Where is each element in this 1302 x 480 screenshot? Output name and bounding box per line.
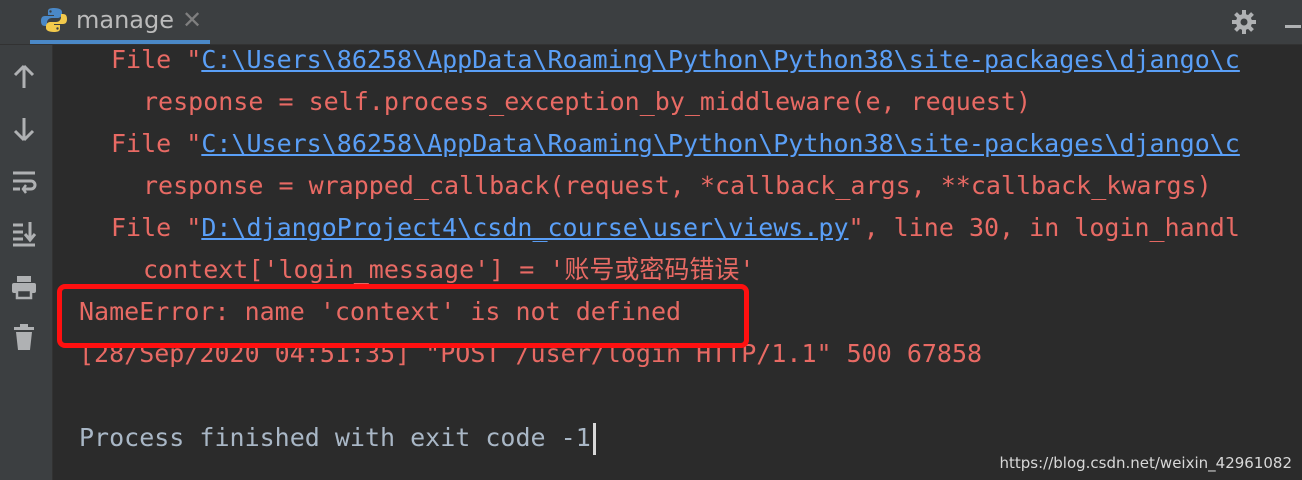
error-highlight-box (57, 284, 749, 348)
editor-tab-bar: manage ✕ (0, 0, 1302, 45)
file-link[interactable]: C:\Users\86258\AppData\Roaming\Python\Py… (201, 129, 1240, 158)
minimize-icon[interactable] (1280, 6, 1302, 38)
close-icon[interactable]: ✕ (182, 6, 202, 34)
tab-manage[interactable]: manage ✕ (30, 0, 210, 44)
print-icon[interactable] (8, 271, 40, 303)
console-output[interactable]: File "C:\Users\86258\AppData\Roaming\Pyt… (53, 45, 1302, 480)
scroll-to-end-icon[interactable] (8, 217, 40, 249)
soft-wrap-icon[interactable] (8, 165, 40, 197)
file-link[interactable]: D:\djangoProject4\csdn_course\user\views… (201, 213, 848, 242)
traceback-file-line: File "C:\Users\86258\AppData\Roaming\Pyt… (111, 45, 1240, 74)
traceback-file-line: File "C:\Users\86258\AppData\Roaming\Pyt… (111, 129, 1240, 158)
file-link[interactable]: C:\Users\86258\AppData\Roaming\Python\Py… (201, 45, 1240, 74)
traceback-file-line: File "D:\djangoProject4\csdn_course\user… (111, 213, 1240, 242)
arrow-up-icon[interactable] (8, 61, 40, 93)
traceback-code-line: response = wrapped_callback(request, *ca… (143, 171, 1212, 200)
gear-icon[interactable] (1228, 6, 1260, 38)
console-toolbar (0, 45, 53, 480)
watermark: https://blog.csdn.net/weixin_42961082 (999, 454, 1292, 472)
traceback-code-line: response = self.process_exception_by_mid… (143, 87, 1032, 116)
tab-label: manage (76, 6, 175, 34)
exit-status-line: Process finished with exit code -1 (79, 417, 596, 459)
trash-icon[interactable] (8, 321, 40, 353)
python-icon (40, 6, 68, 34)
arrow-down-icon[interactable] (8, 113, 40, 145)
text-cursor (592, 423, 596, 455)
